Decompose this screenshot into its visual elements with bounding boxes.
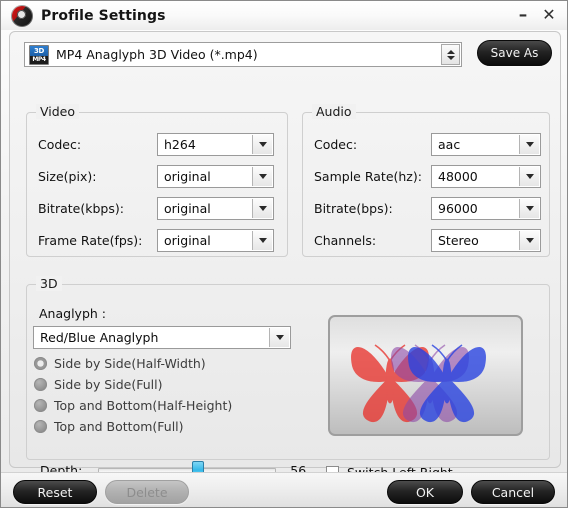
chevron-down-icon[interactable] xyxy=(252,199,272,218)
chevron-down-icon xyxy=(446,55,455,60)
disc-logo-icon xyxy=(11,4,33,27)
chevron-down-icon[interactable] xyxy=(519,199,539,218)
cancel-button[interactable]: Cancel xyxy=(471,480,555,504)
reset-button[interactable]: Reset xyxy=(13,480,97,504)
ok-button[interactable]: OK xyxy=(387,480,463,504)
minimize-button[interactable]: – xyxy=(513,5,533,25)
mode-label: Top and Bottom(Half-Height) xyxy=(54,398,233,413)
anaglyph-select[interactable]: Red/Blue Anaglyph xyxy=(33,326,291,349)
audio-channels-label: Channels: xyxy=(314,233,377,248)
audio-channels-value: Stereo xyxy=(438,233,479,248)
profile-select-value: MP4 Anaglyph 3D Video (*.mp4) xyxy=(56,47,258,62)
mode-label: Top and Bottom(Full) xyxy=(54,419,184,434)
mode-radio-side-by-side-full[interactable]: Side by Side(Full) xyxy=(34,375,162,394)
radio-icon[interactable] xyxy=(34,420,47,433)
chevron-down-icon[interactable] xyxy=(252,231,272,250)
video-codec-select[interactable]: h264 xyxy=(157,133,274,156)
video-framerate-value: original xyxy=(164,233,211,248)
audio-samplerate-row: Sample Rate(hz): xyxy=(314,165,422,188)
audio-codec-select[interactable]: aac xyxy=(431,133,541,156)
video-framerate-row: Frame Rate(fps): xyxy=(38,229,142,252)
audio-codec-label: Codec: xyxy=(314,137,358,152)
video-size-value: original xyxy=(164,169,211,184)
chevron-down-icon[interactable] xyxy=(519,167,539,186)
mode-radio-side-by-side-half-width[interactable]: Side by Side(Half-Width) xyxy=(34,354,206,373)
audio-codec-row: Codec: xyxy=(314,133,357,156)
chevron-down-icon[interactable] xyxy=(252,135,272,154)
chevron-up-icon xyxy=(446,49,455,54)
video-group-title: Video xyxy=(36,104,80,119)
save-as-button[interactable]: Save As xyxy=(477,40,552,66)
audio-bitrate-row: Bitrate(bps): xyxy=(314,197,393,220)
profile-spinner-icon[interactable] xyxy=(441,44,460,65)
window-title: Profile Settings xyxy=(41,7,166,24)
anaglyph-label-row: Anaglyph : xyxy=(39,302,106,325)
profile-icon-top-text: 3D xyxy=(30,45,48,56)
video-codec-row: Codec: xyxy=(38,133,81,156)
chevron-down-icon[interactable] xyxy=(269,328,289,347)
chevron-down-icon[interactable] xyxy=(252,167,272,186)
video-bitrate-select[interactable]: original xyxy=(157,197,274,220)
audio-bitrate-label: Bitrate(bps): xyxy=(314,201,393,216)
mp4-3d-file-icon: 3D MP4 xyxy=(29,44,49,65)
mode-radio-top-and-bottom-half-height[interactable]: Top and Bottom(Half-Height) xyxy=(34,396,232,415)
close-icon[interactable]: ✕ xyxy=(539,5,559,25)
butterfly-svg xyxy=(350,344,487,423)
video-codec-label: Codec: xyxy=(38,137,82,152)
video-size-row: Size(pix): xyxy=(38,165,96,188)
settings-panel: 3D MP4 MP4 Anaglyph 3D Video (*.mp4) Sav… xyxy=(9,31,561,481)
profile-select[interactable]: 3D MP4 MP4 Anaglyph 3D Video (*.mp4) xyxy=(24,42,462,67)
anaglyph-butterfly-preview xyxy=(328,315,523,436)
chevron-down-icon[interactable] xyxy=(519,231,539,250)
title-bar: Profile Settings – ✕ xyxy=(1,1,567,30)
audio-bitrate-select[interactable]: 96000 xyxy=(431,197,541,220)
audio-channels-select[interactable]: Stereo xyxy=(431,229,541,252)
audio-samplerate-value: 48000 xyxy=(438,169,478,184)
profile-icon-bottom-text: MP4 xyxy=(30,55,48,64)
audio-samplerate-select[interactable]: 48000 xyxy=(431,165,541,188)
dialog-footer: Reset Delete OK Cancel xyxy=(1,472,567,507)
mode-label: Side by Side(Full) xyxy=(54,377,163,392)
video-size-select[interactable]: original xyxy=(157,165,274,188)
audio-settings-group: Audio Codec: aac Sample Rate(hz): 48000 … xyxy=(302,104,550,257)
audio-bitrate-value: 96000 xyxy=(438,201,478,216)
chevron-down-icon[interactable] xyxy=(519,135,539,154)
anaglyph-label: Anaglyph : xyxy=(39,306,106,321)
video-codec-value: h264 xyxy=(164,137,196,152)
video-framerate-select[interactable]: original xyxy=(157,229,274,252)
audio-codec-value: aac xyxy=(438,137,461,152)
video-bitrate-label: Bitrate(kbps): xyxy=(38,201,124,216)
radio-icon[interactable] xyxy=(34,357,47,370)
video-size-label: Size(pix): xyxy=(38,169,97,184)
mode-label: Side by Side(Half-Width) xyxy=(54,356,206,371)
audio-samplerate-label: Sample Rate(hz): xyxy=(314,169,422,184)
video-bitrate-value: original xyxy=(164,201,211,216)
video-framerate-label: Frame Rate(fps): xyxy=(38,233,143,248)
threed-group-title: 3D xyxy=(36,276,62,291)
delete-button[interactable]: Delete xyxy=(105,480,189,504)
video-settings-group: Video Codec: h264 Size(pix): original Bi… xyxy=(26,104,288,257)
mode-radio-top-and-bottom-full[interactable]: Top and Bottom(Full) xyxy=(34,417,184,436)
radio-icon[interactable] xyxy=(34,378,47,391)
audio-channels-row: Channels: xyxy=(314,229,376,252)
audio-group-title: Audio xyxy=(312,104,356,119)
radio-icon[interactable] xyxy=(34,399,47,412)
anaglyph-value: Red/Blue Anaglyph xyxy=(40,330,159,345)
video-bitrate-row: Bitrate(kbps): xyxy=(38,197,124,220)
profile-settings-window: Profile Settings – ✕ 3D MP4 MP4 Anaglyph… xyxy=(0,0,568,508)
